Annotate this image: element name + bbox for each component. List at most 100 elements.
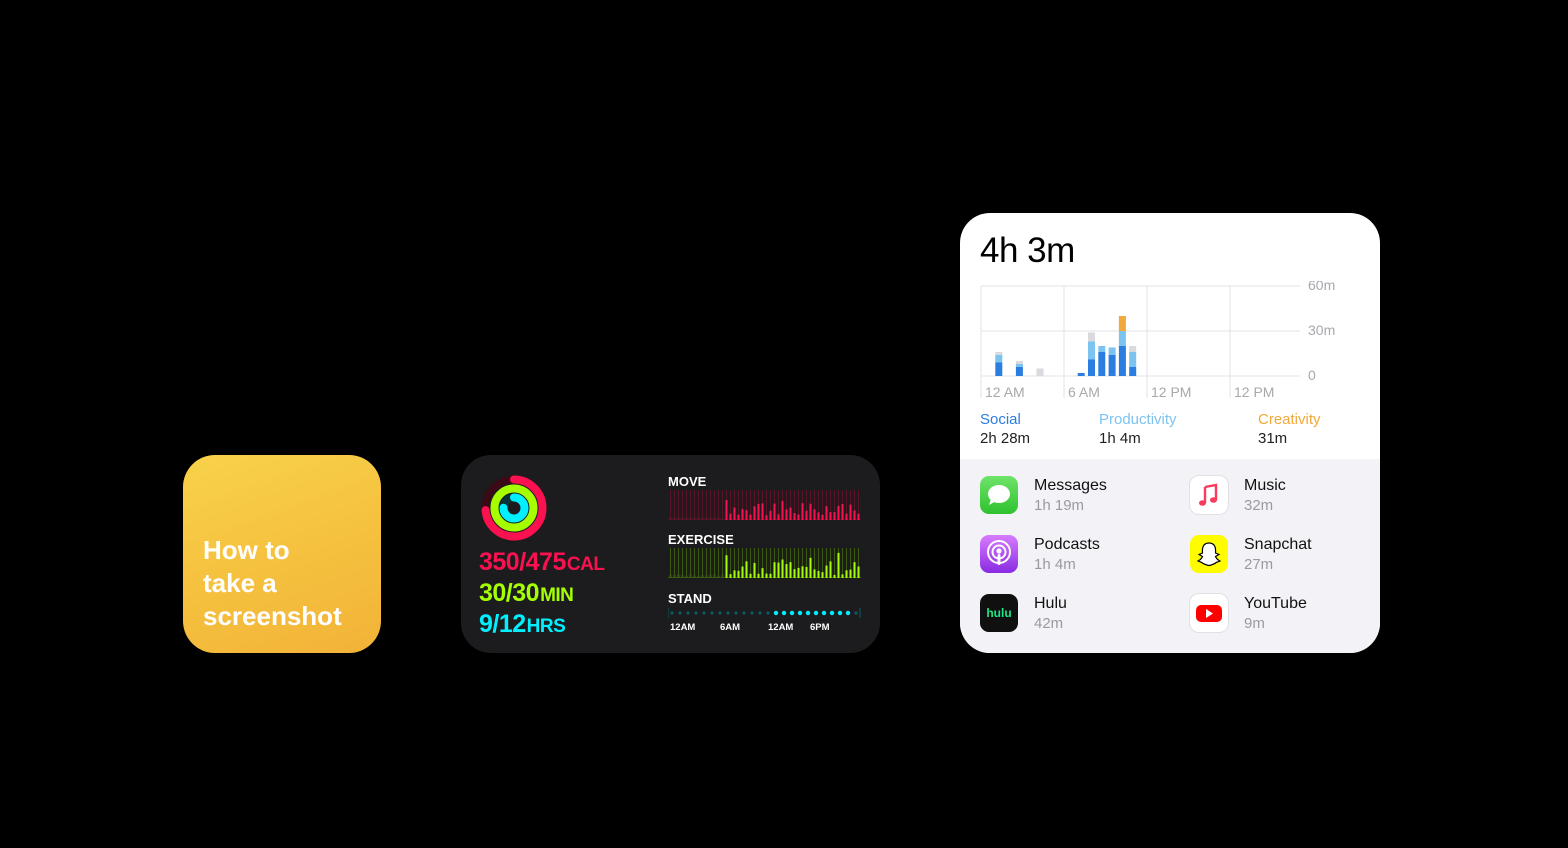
chart-bar bbox=[1015, 364, 1023, 367]
stand-hour-dot bbox=[766, 611, 770, 615]
chart-bar bbox=[1129, 367, 1137, 376]
shortcut-widget[interactable]: How to take a screenshot bbox=[183, 455, 381, 653]
app-time: 1h 19m bbox=[1034, 497, 1085, 514]
chart-bar bbox=[1088, 332, 1095, 342]
chart-bar bbox=[733, 570, 736, 578]
chart-gridline bbox=[834, 548, 835, 578]
stand-hour-dot bbox=[742, 611, 746, 615]
app-item-music[interactable]: Music 32m bbox=[1190, 476, 1380, 520]
chart-bar bbox=[845, 513, 848, 520]
app-time: 42m bbox=[1034, 615, 1064, 632]
chart-gridline bbox=[718, 490, 719, 520]
stand-hour-dot bbox=[710, 611, 714, 615]
chart-gridline bbox=[710, 548, 711, 578]
chart-gridline bbox=[682, 548, 683, 578]
category-name: Productivity bbox=[1099, 411, 1177, 428]
app-time: 1h 4m bbox=[1034, 556, 1076, 573]
chart-bar bbox=[773, 503, 776, 520]
chart-bar bbox=[857, 566, 860, 578]
chart-bar bbox=[1129, 346, 1137, 352]
activity-rings-icon bbox=[481, 475, 547, 541]
app-time: 27m bbox=[1244, 556, 1274, 573]
chart-bar bbox=[849, 504, 852, 520]
chart-bar bbox=[801, 503, 804, 520]
chart-bar bbox=[741, 509, 744, 520]
stand-hour-dot bbox=[789, 610, 795, 616]
exercise-unit: MIN bbox=[540, 585, 574, 606]
chart-bar bbox=[737, 570, 740, 578]
chart-bar bbox=[995, 352, 1003, 355]
chart-bar bbox=[753, 506, 756, 520]
y-tick-label: 30m bbox=[1308, 322, 1335, 338]
x-tick-label: 12 PM bbox=[1151, 384, 1191, 400]
chart-bar bbox=[793, 569, 796, 578]
chart-bar bbox=[713, 574, 716, 578]
chart-bar bbox=[837, 505, 840, 520]
chart-bar bbox=[709, 574, 712, 578]
chart-bar bbox=[789, 562, 792, 578]
category-productivity: Productivity 1h 4m bbox=[1099, 410, 1177, 448]
x-tick-label: 12 PM bbox=[1234, 384, 1274, 400]
chart-bar bbox=[701, 516, 704, 520]
chart-bar bbox=[821, 572, 824, 578]
chart-bar bbox=[857, 513, 860, 520]
chart-bar bbox=[1015, 361, 1023, 364]
chart-bar bbox=[825, 565, 828, 578]
chart-bar bbox=[765, 573, 768, 578]
stand-hour-dot bbox=[718, 611, 722, 615]
chart-gridline bbox=[758, 548, 759, 578]
chart-bar bbox=[765, 515, 768, 520]
app-item-youtube[interactable]: YouTube 9m bbox=[1190, 594, 1380, 638]
chart-gridline bbox=[722, 548, 723, 578]
chart-bar bbox=[797, 514, 800, 520]
chart-bar bbox=[733, 507, 736, 520]
chart-bar bbox=[825, 506, 828, 520]
stand-hour-dot bbox=[845, 610, 851, 616]
chart-bar bbox=[853, 562, 856, 578]
app-item-snapchat[interactable]: Snapchat 27m bbox=[1190, 535, 1380, 579]
stand-hour-dot bbox=[781, 610, 787, 616]
chart-bar bbox=[773, 562, 776, 578]
chart-gridline bbox=[766, 548, 767, 578]
move-stat: 350/475CAL bbox=[479, 548, 605, 577]
chart-bar bbox=[785, 564, 788, 578]
chart-bar bbox=[1108, 347, 1116, 355]
chart-gridline bbox=[686, 490, 687, 520]
chart-bar bbox=[689, 574, 692, 578]
move-chart bbox=[668, 490, 861, 520]
category-time: 1h 4m bbox=[1099, 430, 1141, 447]
activity-widget[interactable]: 350/475CAL 30/30MIN 9/12HRS MOVE EXERCIS… bbox=[461, 455, 880, 653]
chart-bar bbox=[1015, 367, 1023, 376]
chart-bar bbox=[833, 512, 836, 520]
chart-bar bbox=[789, 507, 792, 520]
chart-bar bbox=[781, 501, 784, 520]
app-item-messages[interactable]: Messages 1h 19m bbox=[980, 476, 1170, 520]
chart-bar bbox=[1036, 368, 1044, 376]
chart-bar bbox=[817, 512, 820, 520]
chart-gridline bbox=[690, 490, 691, 520]
chart-bar bbox=[705, 575, 708, 578]
stand-hour-dot bbox=[805, 610, 811, 616]
chart-bar bbox=[1088, 341, 1095, 360]
chart-gridline bbox=[694, 490, 695, 520]
chart-bar bbox=[757, 503, 760, 520]
category-name: Social bbox=[980, 411, 1021, 428]
app-item-hulu[interactable]: hulu Hulu 42m bbox=[980, 594, 1170, 638]
screen-time-widget[interactable]: 4h 3m 60m 30m 0 12 AM 6 AM 12 PM 12 PM S… bbox=[960, 213, 1380, 653]
exercise-value: 30/30 bbox=[479, 579, 540, 607]
chart-bar bbox=[829, 512, 832, 520]
chart-bar bbox=[669, 517, 672, 520]
chart-bar bbox=[725, 555, 728, 578]
app-name: Snapchat bbox=[1244, 536, 1312, 553]
chart-bar bbox=[689, 516, 692, 520]
chart-gridline bbox=[714, 548, 715, 578]
chart-bar bbox=[697, 516, 700, 520]
chart-gridline bbox=[698, 548, 699, 578]
app-item-podcasts[interactable]: Podcasts 1h 4m bbox=[980, 535, 1170, 579]
chart-gridline bbox=[714, 490, 715, 520]
chart-bar bbox=[777, 562, 780, 578]
chart-bar bbox=[745, 510, 748, 520]
chart-bar bbox=[737, 514, 740, 520]
category-name: Creativity bbox=[1258, 411, 1321, 428]
chart-gridline bbox=[682, 490, 683, 520]
